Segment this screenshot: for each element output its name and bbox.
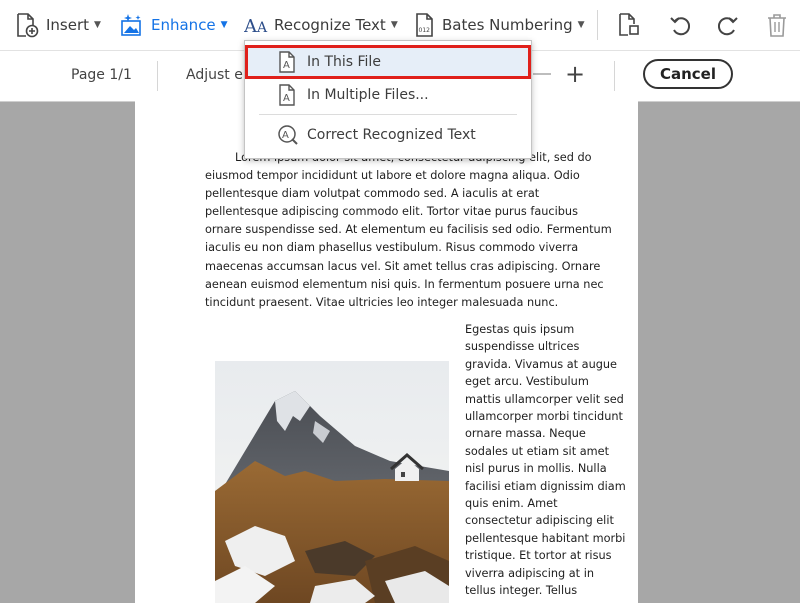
file-ocr-icon: A xyxy=(277,51,297,77)
svg-text:A: A xyxy=(244,16,258,36)
menu-item-label: In This File xyxy=(307,54,381,70)
recognize-text-label: Recognize Text xyxy=(274,16,386,34)
rotate-right-button[interactable] xyxy=(716,0,740,50)
svg-text:A: A xyxy=(256,20,268,36)
svg-text:A: A xyxy=(282,130,289,141)
column-text: Egestas quis ipsum suspendisse ultrices … xyxy=(465,323,626,603)
svg-text:012: 012 xyxy=(419,27,431,34)
insert-label: Insert xyxy=(46,16,90,34)
menu-item-correct-recognized-text[interactable]: A Correct Recognized Text xyxy=(245,118,531,152)
recognize-text-menu: A In This File A In Multiple Files... A … xyxy=(244,40,532,159)
chevron-down-icon: ▼ xyxy=(577,20,585,30)
menu-item-in-this-file[interactable]: A In This File xyxy=(245,45,531,79)
menu-item-label: Correct Recognized Text xyxy=(307,127,476,143)
page-indicator: Page 1/1 xyxy=(71,67,132,83)
subbar-divider xyxy=(157,61,158,91)
page-edit-button[interactable] xyxy=(617,0,641,50)
enhance-image-icon xyxy=(119,12,145,38)
menu-item-label: In Multiple Files... xyxy=(307,87,429,103)
chevron-down-icon: ▼ xyxy=(390,20,398,30)
enhance-label: Enhance xyxy=(151,16,216,34)
toolbar-divider xyxy=(597,10,598,40)
cancel-button[interactable]: Cancel xyxy=(643,59,733,89)
enhance-button[interactable]: Enhance ▼ xyxy=(119,0,228,50)
page-edit-icon xyxy=(617,12,641,38)
rotate-right-icon xyxy=(716,13,740,37)
recognize-text-icon: A A xyxy=(244,14,270,36)
delete-button[interactable] xyxy=(765,0,789,50)
correct-text-icon: A xyxy=(277,124,299,150)
subbar-divider xyxy=(614,61,615,91)
svg-text:A: A xyxy=(283,60,290,71)
multi-file-ocr-icon: A xyxy=(277,84,297,110)
trash-icon xyxy=(765,12,789,38)
svg-text:A: A xyxy=(283,93,290,104)
bates-numbering-label: Bates Numbering xyxy=(442,16,573,34)
menu-divider xyxy=(259,114,517,115)
bates-numbering-icon: 012 xyxy=(414,12,436,38)
chevron-down-icon: ▼ xyxy=(94,20,101,30)
landscape-image xyxy=(215,361,449,603)
insert-file-icon xyxy=(14,12,40,38)
document-page: Lorem ipsum dolor sit amet, consectetur … xyxy=(135,101,638,603)
rotate-left-button[interactable] xyxy=(668,0,692,50)
adjust-slider[interactable] xyxy=(533,73,551,75)
adjust-label: Adjust en xyxy=(186,67,252,83)
insert-button[interactable]: Insert ▼ xyxy=(14,0,101,50)
chevron-down-icon: ▼ xyxy=(220,20,228,30)
plus-button[interactable]: + xyxy=(565,62,585,86)
body-paragraph: Lorem ipsum dolor sit amet, consectetur … xyxy=(205,151,612,309)
rotate-left-icon xyxy=(668,13,692,37)
menu-item-in-multiple-files[interactable]: A In Multiple Files... xyxy=(245,78,531,112)
